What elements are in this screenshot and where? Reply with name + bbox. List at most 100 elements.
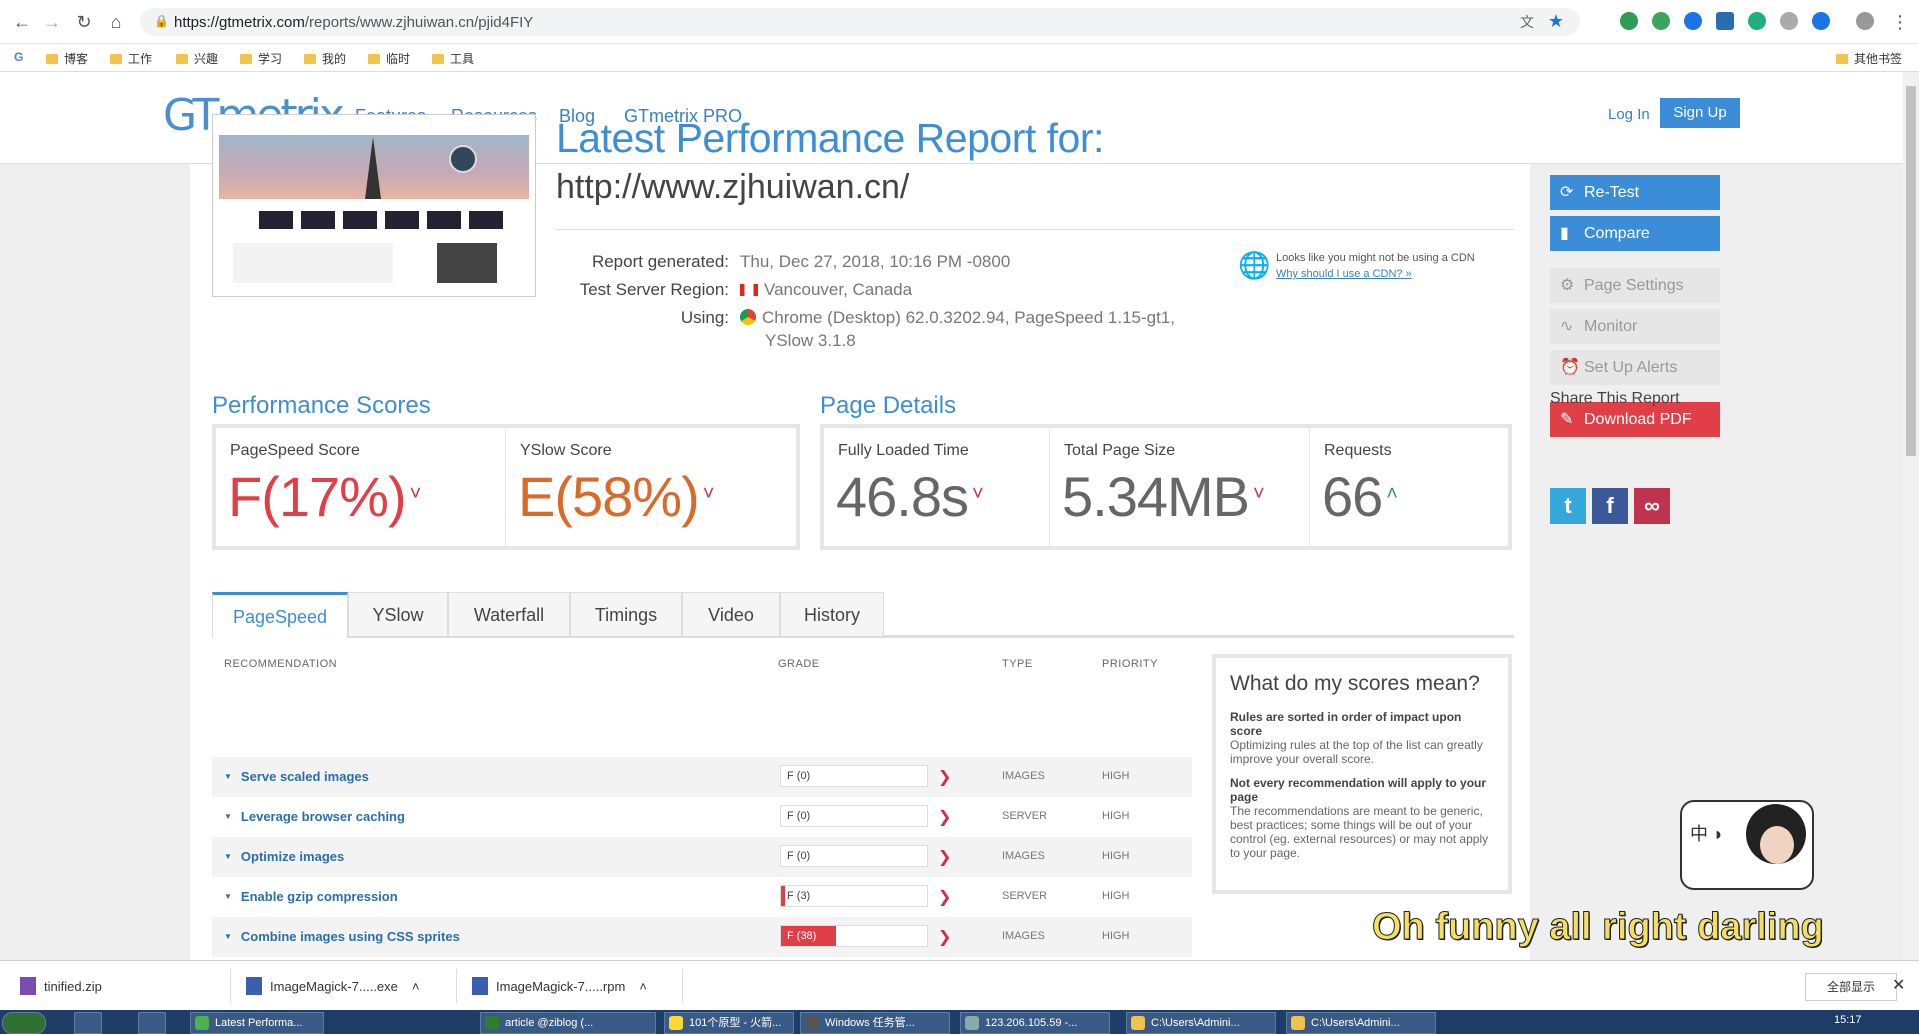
tab-yslow[interactable]: YSlow	[348, 592, 448, 636]
expand-chevron-icon[interactable]: ❯	[938, 927, 951, 947]
downloads-bar: tinified.zip˄ ImageMagick-7.....exe˄ Ima…	[0, 960, 1919, 1010]
expand-chevron-icon[interactable]: ❯	[938, 767, 951, 787]
address-bar[interactable]: 🔒 https://gtmetrix.com/reports/www.zjhui…	[140, 8, 1580, 36]
show-all-button[interactable]: 全部显示	[1805, 973, 1897, 1001]
yslow-label: YSlow Score	[520, 442, 612, 459]
thumbnail-tile	[469, 211, 503, 229]
taskbar-app-icon[interactable]	[138, 1012, 166, 1034]
back-icon[interactable]: ←	[10, 10, 34, 34]
canada-flag-icon	[740, 284, 758, 296]
cdn-notice: Looks like you might not be using a CDN	[1276, 252, 1475, 264]
recommendation-title[interactable]: Optimize images	[224, 849, 344, 864]
chevron-up-icon[interactable]: ˄	[639, 979, 647, 994]
taskbar-item[interactable]: article @ziblog (...	[480, 1012, 656, 1034]
alarm-icon: ⏰	[1560, 359, 1580, 376]
taskbar-item[interactable]: Windows 任务管...	[800, 1012, 950, 1034]
alerts-button[interactable]: ⏰ Set Up Alerts	[1550, 350, 1720, 385]
menu-icon[interactable]: ⋮	[1888, 10, 1912, 34]
type-cell: SERVER	[1002, 810, 1048, 822]
login-link[interactable]: Log In	[1608, 106, 1650, 123]
tab-waterfall[interactable]: Waterfall	[448, 592, 570, 636]
scrollbar-thumb[interactable]	[1906, 86, 1916, 456]
bookmark-item[interactable]: 兴趣	[176, 50, 218, 67]
table-row[interactable]: Optimize images F (0) ❯ IMAGES HIGH	[212, 837, 1192, 877]
reload-icon[interactable]: ↻	[72, 10, 96, 34]
thumbnail-tile	[301, 211, 335, 229]
taskbar-app-icon[interactable]	[74, 1012, 102, 1034]
expand-chevron-icon[interactable]: ❯	[938, 887, 951, 907]
bookmark-item[interactable]: 工具	[432, 50, 474, 67]
size-value: 5.34MB ˅	[1062, 465, 1265, 528]
folder-icon	[1131, 1016, 1145, 1030]
signup-button[interactable]: Sign Up	[1660, 98, 1740, 128]
bookmark-item[interactable]: 临时	[368, 50, 410, 67]
thumbnail-tile	[385, 211, 419, 229]
pagespeed-label: PageSpeed Score	[230, 442, 360, 459]
download-item[interactable]: tinified.zip˄	[20, 977, 259, 995]
link-icon[interactable]: ∞	[1634, 488, 1670, 524]
bookmark-item[interactable]: 我的	[304, 50, 346, 67]
table-row[interactable]: Leverage browser caching F (0) ❯ SERVER …	[212, 797, 1192, 837]
taskbar-item[interactable]: C:\Users\Admini...	[1286, 1012, 1436, 1034]
extension-icon[interactable]	[1684, 12, 1702, 30]
extension-icon[interactable]	[1620, 12, 1638, 30]
table-row[interactable]: Enable gzip compression F (3) ❯ SERVER H…	[212, 877, 1192, 917]
folder-icon	[1291, 1016, 1305, 1030]
monitor-button[interactable]: ∿ Monitor	[1550, 309, 1720, 344]
taskbar-item[interactable]: 101个原型 - 火箭...	[664, 1012, 794, 1034]
other-bookmarks[interactable]: 其他书签	[1836, 50, 1902, 67]
recommendation-title[interactable]: Enable gzip compression	[224, 889, 398, 904]
extension-icon[interactable]	[1780, 12, 1798, 30]
taskbar-item[interactable]: 123.206.105.59 -...	[960, 1012, 1110, 1034]
type-cell: SERVER	[1002, 890, 1048, 902]
region-value: Vancouver, Canada	[740, 280, 912, 300]
expand-chevron-icon[interactable]: ❯	[938, 807, 951, 827]
extension-icon[interactable]	[1748, 12, 1766, 30]
app-icon	[805, 1016, 819, 1030]
tab-video[interactable]: Video	[682, 592, 780, 636]
bookmark-item[interactable]: 学习	[240, 50, 282, 67]
forward-icon[interactable]: →	[40, 10, 64, 34]
chevron-up-icon[interactable]: ˄	[412, 979, 420, 994]
profile-icon[interactable]	[1856, 12, 1874, 30]
col-recommendation: RECOMMENDATION	[224, 658, 338, 670]
folder-icon	[368, 54, 380, 64]
bookmark-item[interactable]: 博客	[46, 50, 88, 67]
twitter-icon[interactable]: t	[1550, 488, 1586, 524]
expand-chevron-icon[interactable]: ❯	[938, 847, 951, 867]
start-button[interactable]	[2, 1012, 46, 1034]
translate-icon[interactable]: 文	[1520, 12, 1534, 32]
recommendation-title[interactable]: Serve scaled images	[224, 769, 369, 784]
google-icon[interactable]: G	[14, 50, 23, 64]
yslow-value: E(58%) ˅	[518, 465, 714, 528]
tab-history[interactable]: History	[780, 592, 884, 636]
recommendation-title[interactable]: Combine images using CSS sprites	[224, 929, 460, 944]
col-type: TYPE	[1002, 658, 1033, 670]
divider	[556, 229, 1514, 230]
home-icon[interactable]: ⌂	[104, 10, 128, 34]
taskbar-item[interactable]: Latest Performa...	[190, 1012, 324, 1034]
taskbar: Latest Performa... article @ziblog (... …	[0, 1010, 1919, 1034]
taskbar-item[interactable]: C:\Users\Admini...	[1126, 1012, 1276, 1034]
recommendation-title[interactable]: Leverage browser caching	[224, 809, 405, 824]
bookmark-star-icon[interactable]: ★	[1548, 11, 1564, 32]
table-row[interactable]: Serve scaled images F (0) ❯ IMAGES HIGH	[212, 757, 1192, 797]
tab-pagespeed[interactable]: PageSpeed	[212, 592, 348, 638]
close-icon[interactable]: ✕	[1892, 975, 1905, 995]
tab-timings[interactable]: Timings	[570, 592, 682, 636]
download-item[interactable]: ImageMagick-7.....exe ˄	[246, 977, 419, 995]
extension-icon[interactable]	[1716, 12, 1734, 30]
page-settings-button[interactable]: ⚙ Page Settings	[1550, 268, 1720, 303]
page-details-box: Fully Loaded Time 46.8s ˅ Total Page Size…	[820, 424, 1512, 550]
facebook-icon[interactable]: f	[1592, 488, 1628, 524]
bookmark-item[interactable]: 工作	[110, 50, 152, 67]
table-row[interactable]: Combine images using CSS sprites F (38) …	[212, 917, 1192, 957]
evernote-icon[interactable]	[1652, 12, 1670, 30]
thumbnail-moon	[449, 145, 477, 173]
compare-button[interactable]: ▮ Compare	[1550, 216, 1720, 251]
retest-button[interactable]: ⟳ Re-Test	[1550, 175, 1720, 210]
cdn-link[interactable]: Why should I use a CDN? »	[1276, 268, 1412, 280]
explanation-bold: Rules are sorted in order of impact upon…	[1230, 710, 1462, 738]
extension-icon[interactable]	[1812, 12, 1830, 30]
download-item[interactable]: ImageMagick-7.....rpm ˄	[472, 977, 647, 995]
